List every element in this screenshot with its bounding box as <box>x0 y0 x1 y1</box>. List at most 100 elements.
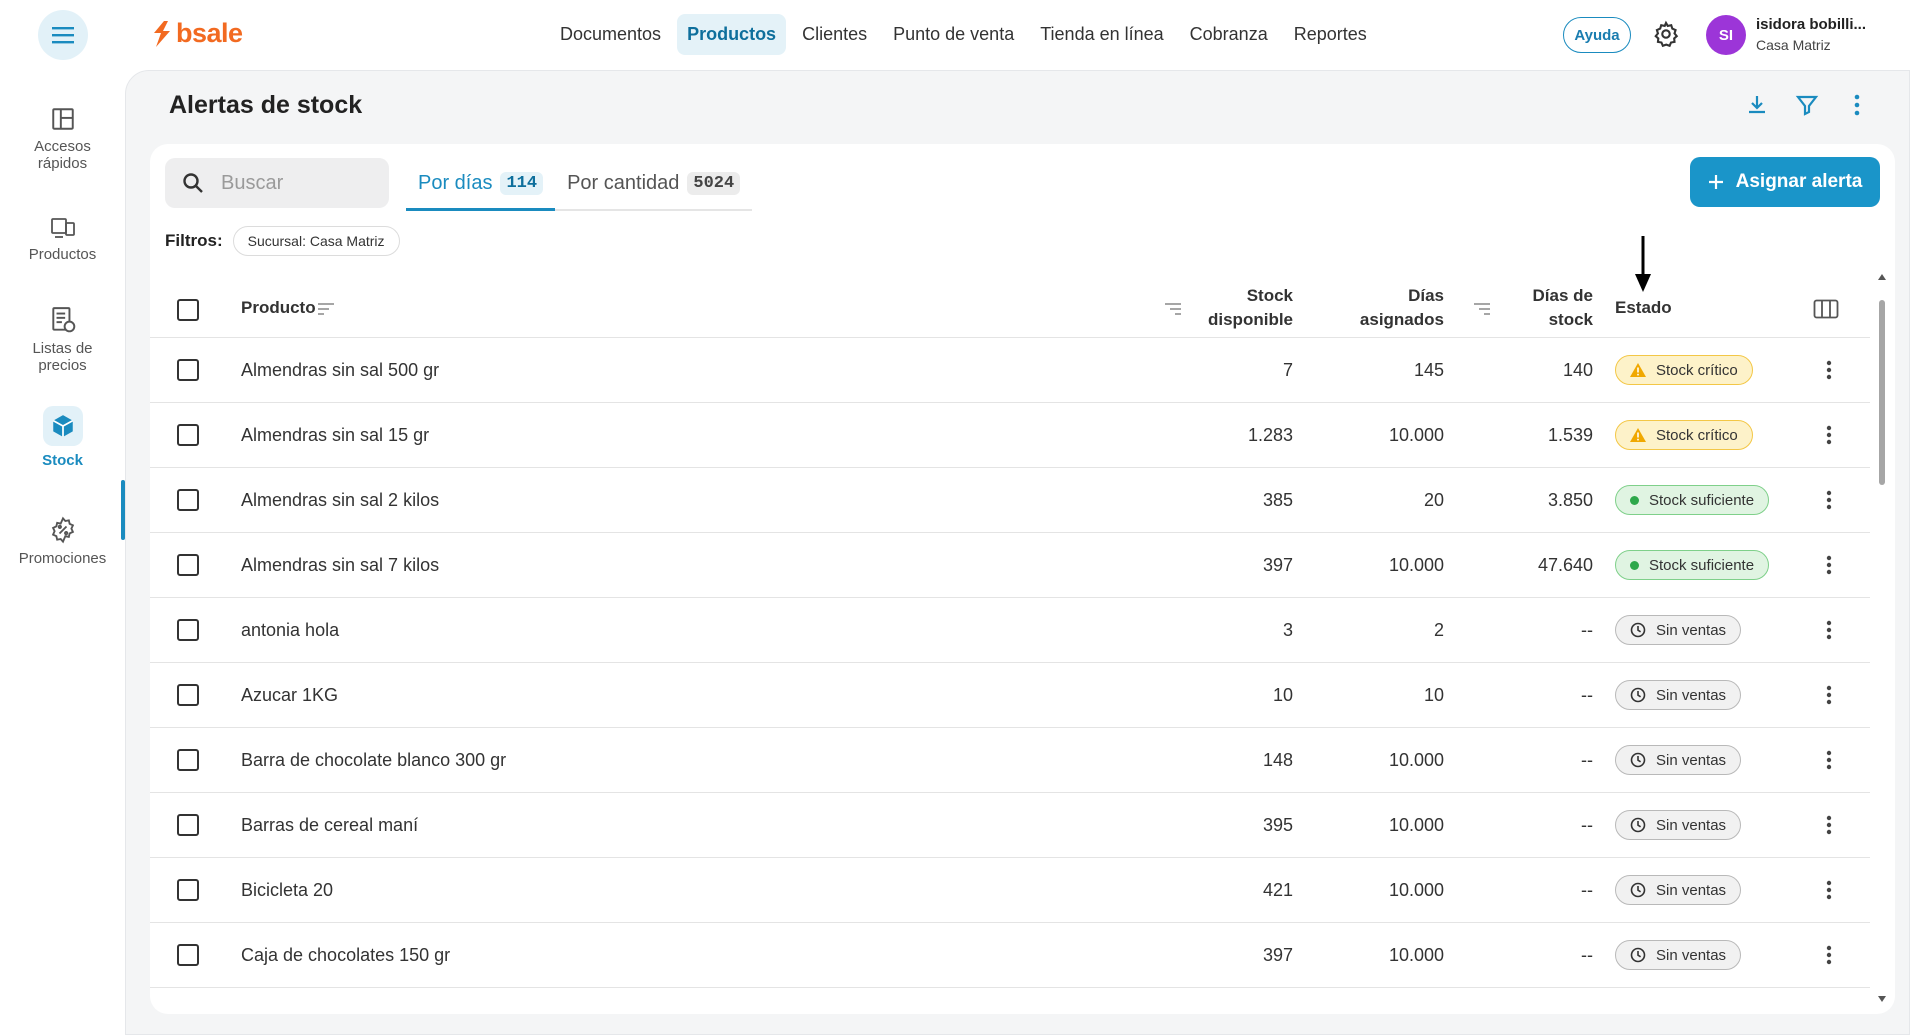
row-checkbox[interactable] <box>177 944 199 966</box>
scroll-up-icon[interactable] <box>1878 274 1886 280</box>
column-header-dias-de-stock[interactable]: Días de stock <box>1498 284 1593 332</box>
search-input[interactable] <box>221 171 371 195</box>
sort-icon[interactable] <box>1473 302 1491 316</box>
hamburger-menu-button[interactable] <box>38 10 88 60</box>
table-row[interactable]: Barras de cereal maní 395 10.000 -- Sin vent… <box>150 793 1870 858</box>
scroll-down-icon[interactable] <box>1878 996 1886 1002</box>
sidebar-item-accesos-rapidos[interactable]: Accesos rápidos <box>0 106 125 172</box>
row-options-button[interactable] <box>1817 423 1841 447</box>
column-header-dias-asignados[interactable]: Días asignados <box>1330 284 1444 332</box>
sidebar-item-listas-de-precios[interactable]: Listas de precios <box>0 306 125 374</box>
stock-disponible: 10 <box>1272 685 1293 705</box>
columns-icon[interactable] <box>1813 299 1839 319</box>
top-bar: bsale Documentos Productos Clientes Punt… <box>0 0 1910 70</box>
select-all-checkbox[interactable] <box>177 299 199 321</box>
bsale-logo[interactable]: bsale <box>152 18 243 49</box>
row-options-button[interactable] <box>1817 618 1841 642</box>
product-name[interactable]: Almendras sin sal 15 gr <box>241 403 429 468</box>
table-row[interactable]: Almendras sin sal 15 gr 1.283 10.000 1.539 S… <box>150 403 1870 468</box>
nav-clientes[interactable]: Clientes <box>792 14 877 55</box>
product-name[interactable]: Almendras sin sal 7 kilos <box>241 533 439 598</box>
filter-chip[interactable]: Sucursal: Casa Matriz <box>232 226 400 256</box>
table-row[interactable]: Barra de chocolate blanco 300 gr 148 10.00… <box>150 728 1870 793</box>
clock-icon <box>1630 947 1646 963</box>
row-options-button[interactable] <box>1817 813 1841 837</box>
sidebar-item-productos[interactable]: Productos <box>0 216 125 263</box>
table-row[interactable]: antonia hola 3 2 -- Sin ventas <box>150 598 1870 663</box>
row-options-button[interactable] <box>1817 553 1841 577</box>
nav-cobranza[interactable]: Cobranza <box>1180 14 1278 55</box>
search-box[interactable] <box>165 158 389 208</box>
sort-icon[interactable] <box>317 302 335 316</box>
status-label: Stock suficiente <box>1649 556 1755 574</box>
dias-de-stock: -- <box>1581 945 1593 965</box>
tab-por-dias[interactable]: Por días 114 <box>406 158 556 211</box>
row-checkbox[interactable] <box>177 749 199 771</box>
row-checkbox[interactable] <box>177 359 199 381</box>
sidebar-item-promociones[interactable]: Promociones <box>0 516 125 567</box>
table-row[interactable]: Almendras sin sal 7 kilos 397 10.000 47.640… <box>150 533 1870 598</box>
product-name[interactable]: Bicicleta 20 <box>241 858 333 923</box>
row-options-button[interactable] <box>1817 943 1841 967</box>
stock-disponible: 3 <box>1282 620 1293 640</box>
column-header-estado[interactable]: Estado <box>1615 296 1672 320</box>
help-button[interactable]: Ayuda <box>1563 17 1631 53</box>
column-header-producto[interactable]: Producto <box>241 296 316 320</box>
row-options-button[interactable] <box>1817 748 1841 772</box>
tab-por-cantidad[interactable]: Por cantidad 5024 <box>555 158 753 211</box>
filter-button[interactable] <box>1795 93 1819 117</box>
more-options-button[interactable] <box>1845 93 1869 117</box>
row-options-button[interactable] <box>1817 683 1841 707</box>
download-button[interactable] <box>1745 93 1769 117</box>
product-name[interactable]: Barras de cereal maní <box>241 793 418 858</box>
tabs: Por días 114 Por cantidad 5024 <box>406 158 753 211</box>
more-vertical-icon <box>1826 750 1832 770</box>
table-row[interactable]: Almendras sin sal 2 kilos 385 20 3.850 Stock… <box>150 468 1870 533</box>
row-checkbox[interactable] <box>177 424 199 446</box>
product-name[interactable]: Almendras sin sal 2 kilos <box>241 468 439 533</box>
product-name[interactable]: Azucar 1KG <box>241 663 338 728</box>
more-vertical-icon <box>1826 685 1832 705</box>
sort-icon[interactable] <box>1164 302 1182 316</box>
settings-button[interactable] <box>1652 20 1680 53</box>
row-options-button[interactable] <box>1817 358 1841 382</box>
stock-disponible: 148 <box>1262 750 1293 770</box>
stock-disponible: 397 <box>1262 945 1293 965</box>
status-label: Stock crítico <box>1656 426 1738 444</box>
table-row[interactable]: Bicicleta 20 421 10.000 -- Sin ventas <box>150 858 1870 923</box>
user-name[interactable]: isidora bobilli... <box>1756 16 1866 33</box>
vertical-scrollbar[interactable] <box>1877 274 1887 1004</box>
product-name[interactable]: antonia hola <box>241 598 339 663</box>
row-checkbox[interactable] <box>177 489 199 511</box>
cube-icon <box>52 415 73 437</box>
table-row[interactable]: Azucar 1KG 10 10 -- Sin ventas <box>150 663 1870 728</box>
row-options-button[interactable] <box>1817 878 1841 902</box>
nav-productos[interactable]: Productos <box>677 14 787 55</box>
nav-documentos[interactable]: Documentos <box>550 14 671 55</box>
scrollbar-thumb[interactable] <box>1879 300 1885 485</box>
status-dot-icon <box>1630 495 1639 505</box>
product-name[interactable]: Almendras sin sal 500 gr <box>241 338 439 403</box>
row-checkbox[interactable] <box>177 814 199 836</box>
nav-reportes[interactable]: Reportes <box>1284 14 1377 55</box>
row-options-button[interactable] <box>1817 488 1841 512</box>
nav-tienda-en-linea[interactable]: Tienda en línea <box>1030 14 1173 55</box>
row-checkbox[interactable] <box>177 619 199 641</box>
avatar[interactable]: SI <box>1706 15 1746 55</box>
table-row[interactable]: Almendras sin sal 500 gr 7 145 140 Stock crí… <box>150 338 1870 403</box>
row-checkbox[interactable] <box>177 684 199 706</box>
column-header-stock[interactable]: Stock disponible <box>1196 284 1293 332</box>
product-name[interactable]: Barra de chocolate blanco 300 gr <box>241 728 506 793</box>
assign-alert-button[interactable]: Asignar alerta <box>1690 157 1880 207</box>
row-checkbox[interactable] <box>177 879 199 901</box>
row-checkbox[interactable] <box>177 554 199 576</box>
product-name[interactable]: Caja de chocolates 150 gr <box>241 923 450 988</box>
table-row[interactable]: Caja de chocolates 150 gr 397 10.000 -- Sin … <box>150 923 1870 988</box>
download-icon <box>1749 96 1765 114</box>
dias-asignados: 10.000 <box>1388 555 1444 575</box>
dias-de-stock: 3.850 <box>1547 490 1593 510</box>
hamburger-icon <box>52 27 74 44</box>
status-label: Sin ventas <box>1656 881 1727 899</box>
sidebar-item-stock[interactable]: Stock <box>0 406 125 469</box>
nav-punto-de-venta[interactable]: Punto de venta <box>883 14 1024 55</box>
